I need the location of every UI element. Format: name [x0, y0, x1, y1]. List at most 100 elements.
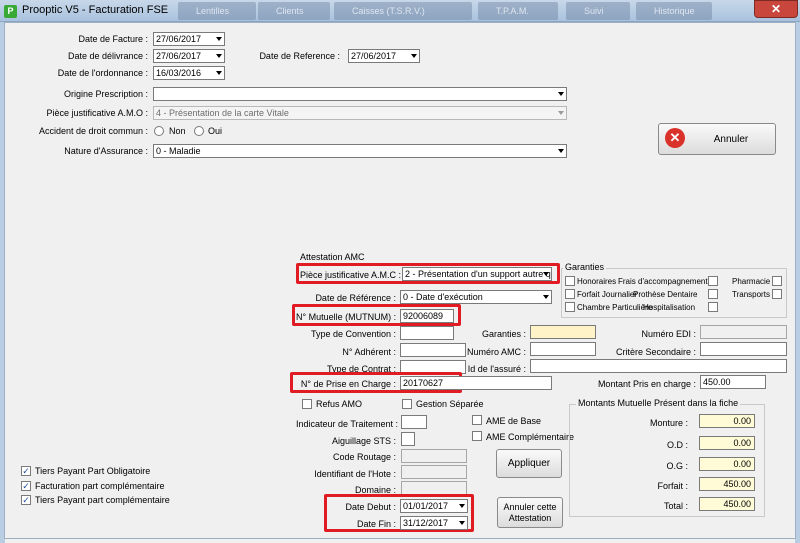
garantie-honoraires-label: Honoraires: [577, 277, 617, 286]
chevron-down-icon: [558, 149, 564, 153]
date-debut-picker[interactable]: 01/01/2017: [400, 499, 468, 513]
code-routage-field[interactable]: [401, 449, 467, 463]
origine-select[interactable]: [153, 87, 567, 101]
numero-edi-field[interactable]: [700, 325, 787, 339]
adherent-field[interactable]: [400, 343, 466, 357]
nature-select[interactable]: 0 - Maladie: [153, 144, 567, 158]
cancel-x-icon: ✕: [665, 128, 685, 148]
date-ordonnance-value: 16/03/2016: [156, 68, 202, 78]
montant-field[interactable]: 450.00: [700, 375, 766, 389]
bg-tab-lentilles[interactable]: Lentilles: [178, 2, 256, 20]
numero-edi-label: Numéro EDI :: [641, 329, 696, 339]
garanties-group-title: Garanties: [563, 262, 607, 272]
date-ref-amc-select[interactable]: 0 - Date d'exécution: [400, 290, 552, 304]
domaine-field[interactable]: [401, 481, 467, 495]
date-reference-picker[interactable]: 27/06/2017: [348, 49, 420, 63]
numero-amc-field[interactable]: [530, 342, 596, 356]
date-ordonnance-picker[interactable]: 16/03/2016: [153, 66, 225, 80]
bg-tab-historique[interactable]: Historique: [636, 2, 712, 20]
window-title: Prooptic V5 - Facturation FSE: [22, 4, 169, 16]
annuler-attestation-button[interactable]: Annuler cette Attestation: [497, 497, 563, 528]
garantie-forfait-label: Forfait Journalier: [577, 290, 638, 299]
type-convention-field[interactable]: [400, 326, 454, 340]
date-reference-value: 27/06/2017: [351, 51, 397, 61]
facturation-comp-checkbox[interactable]: ✓: [21, 481, 31, 491]
garantie-honoraires-checkbox[interactable]: [565, 276, 575, 286]
date-facture-label: Date de Facture :: [78, 34, 148, 44]
date-delivrance-value: 27/06/2017: [156, 51, 202, 61]
garanties-label: Garanties :: [481, 329, 526, 339]
adherent-label: N° Adhérent :: [342, 347, 396, 357]
appliquer-button[interactable]: Appliquer: [496, 449, 562, 478]
ame-base-label: AME de Base: [486, 416, 542, 426]
piece-amo-select[interactable]: 4 - Présentation de la carte Vitale: [153, 106, 567, 120]
annuler-attestation-line2: Attestation: [508, 513, 552, 523]
date-fin-picker[interactable]: 31/12/2017: [400, 516, 468, 530]
bg-tab-suivi[interactable]: Suivi: [566, 2, 630, 20]
facturation-comp-label: Facturation part complémentaire: [35, 481, 165, 491]
chevron-down-icon: [459, 521, 465, 525]
forfait-label: Forfait :: [657, 481, 688, 491]
indicateur-field[interactable]: [401, 415, 427, 429]
gestion-separee-label: Gestion Séparée: [416, 399, 484, 409]
date-delivrance-picker[interactable]: 27/06/2017: [153, 49, 225, 63]
bg-tab-tpam[interactable]: T.P.A.M.: [478, 2, 558, 20]
gestion-separee-checkbox[interactable]: [402, 399, 412, 409]
ame-comp-checkbox[interactable]: [472, 431, 482, 441]
aiguillage-field[interactable]: [401, 432, 415, 446]
garantie-chambre-checkbox[interactable]: [565, 302, 575, 312]
piece-amc-select[interactable]: 2 - Présentation d'un support autre qu: [402, 267, 552, 281]
garantie-hospitalisation-checkbox[interactable]: [708, 302, 718, 312]
bg-tab-clients[interactable]: Clients: [258, 2, 330, 20]
date-ref-amc-label: Date de Référence :: [315, 293, 396, 303]
og-field[interactable]: 0.00: [699, 457, 755, 471]
accident-oui-radio[interactable]: [194, 126, 204, 136]
accident-oui-label: Oui: [208, 126, 223, 136]
critere-field[interactable]: [700, 342, 787, 356]
annuler-attestation-line1: Annuler cette: [503, 502, 557, 512]
mutuelle-field[interactable]: 92006089: [400, 309, 454, 323]
tiers-obligatoire-label: Tiers Payant Part Obligatoire: [35, 466, 151, 476]
amc-title: Attestation AMC: [300, 252, 365, 262]
app-icon: P: [4, 5, 17, 18]
garanties-field[interactable]: [530, 325, 596, 339]
garantie-prothese-label: Prothèse Dentaire: [633, 290, 698, 299]
forfait-field[interactable]: 450.00: [699, 477, 755, 491]
garantie-pharmacie-checkbox[interactable]: [772, 276, 782, 286]
id-assure-field[interactable]: [530, 359, 787, 373]
accident-non-radio[interactable]: [154, 126, 164, 136]
tiers-comp-checkbox[interactable]: ✓: [21, 495, 31, 505]
mutuelle-label: N° Mutuelle (MUTNUM) :: [296, 312, 397, 322]
tiers-obligatoire-checkbox[interactable]: ✓: [21, 466, 31, 476]
ame-base-checkbox[interactable]: [472, 415, 482, 425]
bg-tab-caisses[interactable]: Caisses (T.S.R.V.): [334, 2, 472, 20]
garantie-frais-checkbox[interactable]: [708, 276, 718, 286]
date-facture-picker[interactable]: 27/06/2017: [153, 32, 225, 46]
annuler-button[interactable]: ✕ Annuler: [658, 123, 776, 155]
prise-field[interactable]: 20170627: [400, 376, 552, 390]
date-ordonnance-label: Date de l'ordonnance :: [57, 68, 148, 78]
window-close-button[interactable]: ✕: [754, 0, 798, 18]
montant-label: Montant Pris en charge :: [597, 379, 696, 389]
od-field[interactable]: 0.00: [699, 436, 755, 450]
critere-label: Critère Secondaire :: [615, 347, 696, 357]
ame-comp-label: AME Complémentaire: [486, 432, 575, 442]
garantie-prothese-checkbox[interactable]: [708, 289, 718, 299]
monture-label: Monture :: [649, 418, 688, 428]
montants-group-title: Montants Mutuelle Présent dans la fiche: [576, 398, 741, 408]
garantie-hospitalisation-label: Hospitalisation: [643, 303, 696, 312]
garantie-forfait-checkbox[interactable]: [565, 289, 575, 299]
refus-amo-checkbox[interactable]: [302, 399, 312, 409]
annuler-label: Annuler: [713, 134, 749, 145]
monture-field[interactable]: 0.00: [699, 414, 755, 428]
nature-label: Nature d'Assurance :: [64, 146, 148, 156]
refus-amo-label: Refus AMO: [316, 399, 363, 409]
piece-amo-value: 4 - Présentation de la carte Vitale: [156, 108, 289, 118]
type-convention-label: Type de Convention :: [310, 329, 396, 339]
origine-label: Origine Prescription :: [63, 89, 148, 99]
identifiant-hote-field[interactable]: [401, 465, 467, 479]
garantie-transports-checkbox[interactable]: [772, 289, 782, 299]
chevron-down-icon: [543, 272, 549, 276]
nature-value: 0 - Maladie: [156, 146, 201, 156]
total-field[interactable]: 450.00: [699, 497, 755, 511]
